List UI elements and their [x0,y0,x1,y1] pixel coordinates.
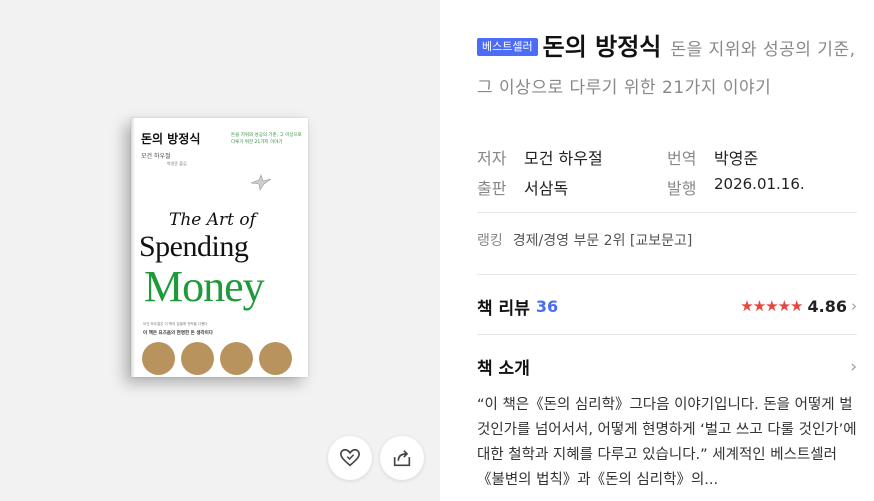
cover-badge [181,342,214,375]
chevron-right-icon: › [851,297,857,315]
author-label: 저자 [477,149,507,168]
share-button[interactable] [380,436,424,480]
translator-link[interactable]: 박영준 [714,145,758,169]
rating-score: 4.86 [807,296,847,316]
publisher-label: 출판 [477,179,507,198]
cover-spending: Spending [139,230,249,263]
ranking-label: 랭킹 [477,233,503,249]
publisher-link[interactable]: 서삼독 [524,175,568,199]
chevron-right-icon: › [850,356,857,377]
meta-author: 저자 모건 하우절 [477,145,667,169]
share-icon [393,450,411,467]
paper-bird-icon [250,174,272,191]
ranking-value[interactable]: 경제/경영 부문 2위 [교보문고] [513,233,693,249]
book-title: 돈의 방정식 [542,33,662,61]
cover-translator: 박영준 옮김 [167,161,187,166]
meta-date: 발행 2026.01.16. [667,175,857,199]
cover-money: Money [144,262,265,311]
cover-blurb-small: 모건 하우절은 이 책의 집필에 전력을 다했다 [143,322,208,326]
cover-badge [220,342,253,375]
meta-translator: 번역 박영준 [667,145,857,169]
cover-title: 돈의 방정식 [141,132,201,146]
rating: ★★★★★ 4.86 › [740,297,857,316]
title-block: 베스트셀러 돈의 방정식 돈을 지위와 성공의 기준, 그 이상으로 다루기 위한… [477,28,862,107]
intro-label: 책 소개 [477,359,530,379]
cover-tagline: 돈을 지위와 성공의 기준, 그 이상으로 다루기 위한 21가지 이야기 [231,133,302,145]
review-count: 36 [535,296,559,316]
divider [477,334,857,335]
divider [477,274,857,275]
book-cover-image[interactable]: 돈의 방정식 모건 하우절 박영준 옮김 돈을 지위와 성공의 기준, 그 이상… [131,118,308,377]
author-link[interactable]: 모건 하우절 [524,145,603,169]
ranking: 랭킹 경제/경영 부문 2위 [교보문고] [477,230,692,250]
meta-row: 저자 모건 하우절 번역 박영준 [477,142,857,172]
date-label: 발행 [667,179,697,198]
cover-badge [259,342,292,375]
meta-row: 출판 서삼독 발행 2026.01.16. [477,172,857,202]
star-icon: ★★★★★ [740,297,803,315]
review-label: 책 리뷰 [477,298,530,319]
meta-publisher: 출판 서삼독 [477,175,667,199]
cover-badges [142,342,292,375]
book-spine [131,118,135,377]
cover-blurb-bold: 이 책은 요즈음의 현명한 돈 생각이다 [143,331,213,336]
intro-header[interactable]: 책 소개 › [477,354,857,380]
bestseller-badge: 베스트셀러 [477,38,538,56]
cover-badge [142,342,175,375]
like-button[interactable] [328,436,372,480]
review-row[interactable]: 책 리뷰 36 ★★★★★ 4.86 › [477,292,857,320]
translator-label: 번역 [667,149,697,168]
intro-text: “이 책은《돈의 심리학》그다음 이야기입니다. 돈을 어떻게 벌 것인가를 넘… [477,397,857,488]
cover-art-of: The Art of [169,210,256,230]
cover-panel: 돈의 방정식 모건 하우절 박영준 옮김 돈을 지위와 성공의 기준, 그 이상… [0,0,440,501]
divider [477,212,857,213]
publish-date: 2026.01.16. [714,175,805,193]
heart-icon [340,448,360,467]
book-meta: 저자 모건 하우절 번역 박영준 출판 서삼독 발행 2026.01.16. [477,142,857,202]
cover-author: 모건 하우절 [141,153,171,160]
